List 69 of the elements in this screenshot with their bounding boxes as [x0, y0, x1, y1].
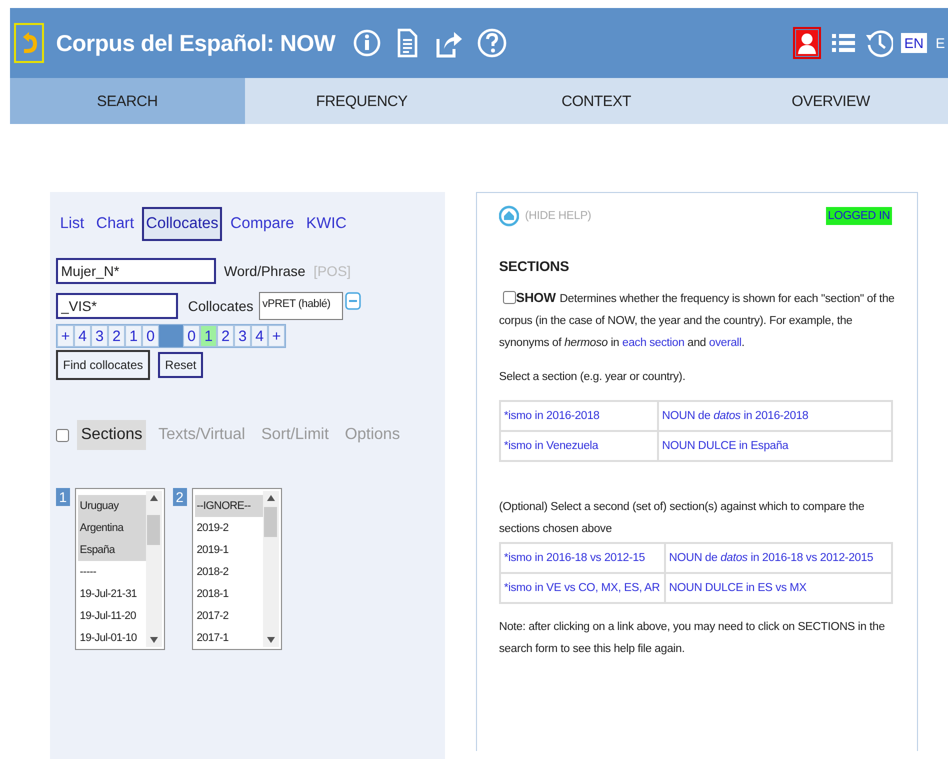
list-option[interactable]: 2018-1 — [194, 583, 263, 605]
scrollbar-thumb[interactable] — [147, 515, 160, 545]
list-option[interactable]: 2017-1 — [194, 627, 263, 649]
status-badge: LOGGED IN — [826, 207, 892, 225]
help-link[interactable]: each section — [622, 337, 684, 349]
help-paragraph: SHOW Determines whether the frequency is shown for each "section" of the corpus (in the case of NOW, the year and the country). For example, the synonyms of hermoso in each section and overall. — [499, 289, 895, 351]
list-option[interactable]: 19-Jul-01-10 — [78, 627, 146, 649]
span-separator — [159, 325, 183, 347]
span-button[interactable]: 2 — [217, 325, 234, 347]
help-note: Note: after clicking on a link above, you may need to click on SECTIONS in the search form to see this help file again. — [499, 620, 886, 657]
mode-tab[interactable]: List — [56, 207, 88, 241]
nav-tab[interactable]: CONTEXT — [479, 78, 714, 124]
info-icon[interactable] — [353, 27, 382, 59]
mode-tab[interactable]: Compare — [226, 207, 298, 241]
list-option[interactable]: 19-Jul-21-31 — [78, 583, 146, 605]
list-number: 2 — [172, 488, 187, 506]
span-button[interactable]: + — [57, 325, 74, 347]
section-list[interactable]: --IGNORE-- 2019-2 2019-1 2018-2 2018-1 2017-2 2017-1 — [192, 488, 282, 650]
span-button[interactable]: 3 — [234, 325, 251, 347]
help-icon[interactable] — [477, 27, 508, 59]
scrollbar-thumb[interactable] — [264, 507, 278, 537]
mode-tab[interactable]: KWIC — [302, 207, 351, 241]
list-option[interactable]: España — [78, 539, 146, 561]
list-option[interactable]: 2019-2 — [194, 517, 263, 539]
help-heading: SECTIONS — [499, 257, 570, 276]
user-icon[interactable] — [793, 27, 822, 59]
word-field[interactable]: Mujer_N* — [56, 258, 216, 284]
span-button[interactable]: 4 — [251, 325, 268, 347]
span-button[interactable]: 4 — [74, 325, 91, 347]
nav-tab[interactable]: SEARCH — [10, 78, 244, 124]
list-option[interactable]: 2018-2 — [194, 561, 263, 583]
span-button[interactable]: 3 — [91, 325, 108, 347]
show-checkbox[interactable] — [503, 291, 516, 304]
back-icon[interactable] — [14, 23, 44, 63]
list-option[interactable]: ----- — [78, 561, 146, 583]
option-tab[interactable]: Sections — [77, 420, 146, 450]
field-label: Collocates — [188, 298, 254, 314]
document-icon[interactable] — [395, 27, 420, 59]
span-button[interactable]: 0 — [183, 325, 200, 347]
app-title: Corpus del Español: NOW — [56, 30, 336, 56]
field-label: Word/Phrase — [224, 263, 306, 279]
collocate-dropdown[interactable]: vPRET (hablé) — [259, 292, 344, 320]
help-text: Select a section (e.g. year or country). — [499, 370, 686, 385]
list-option[interactable]: Uruguay — [78, 495, 146, 517]
home-icon[interactable] — [499, 205, 519, 227]
reset-button[interactable]: Reset — [158, 352, 204, 378]
list-number: 1 — [56, 488, 70, 506]
language-link[interactable]: EN — [901, 33, 927, 53]
list-option[interactable]: 2017-2 — [194, 605, 263, 627]
mode-tab[interactable]: Collocates — [142, 207, 222, 241]
list-option[interactable]: --IGNORE-- — [194, 495, 263, 517]
minus-icon[interactable] — [345, 292, 362, 310]
sections-checkbox[interactable] — [56, 428, 69, 442]
span-button[interactable]: 2 — [108, 325, 125, 347]
list-option[interactable]: 19-Jul-11-20 — [78, 605, 146, 627]
list-option[interactable]: Argentina — [78, 517, 146, 539]
nav-tab[interactable]: FREQUENCY — [244, 78, 479, 124]
span-button[interactable]: 1 — [125, 325, 142, 347]
help-text: (Optional) Select a second (set of) section(s) against which to compare the sections chosen above — [499, 500, 866, 537]
mode-tab[interactable]: Chart — [92, 207, 138, 241]
nav-tab[interactable]: OVERVIEW — [714, 78, 948, 124]
help-link[interactable]: overall — [709, 337, 742, 349]
span-button[interactable]: 1 — [200, 325, 217, 347]
section-list[interactable]: Uruguay Argentina España ----- 19-Jul-21-31 19-Jul-11-20 19-Jul-01-10 — [74, 488, 165, 650]
find-button[interactable]: Find collocates — [56, 350, 150, 380]
span-button[interactable]: 0 — [142, 325, 159, 347]
list-option[interactable]: 2019-1 — [194, 539, 263, 561]
span-button[interactable]: + — [268, 325, 285, 347]
collocate-field[interactable]: _VIS* — [56, 293, 178, 319]
